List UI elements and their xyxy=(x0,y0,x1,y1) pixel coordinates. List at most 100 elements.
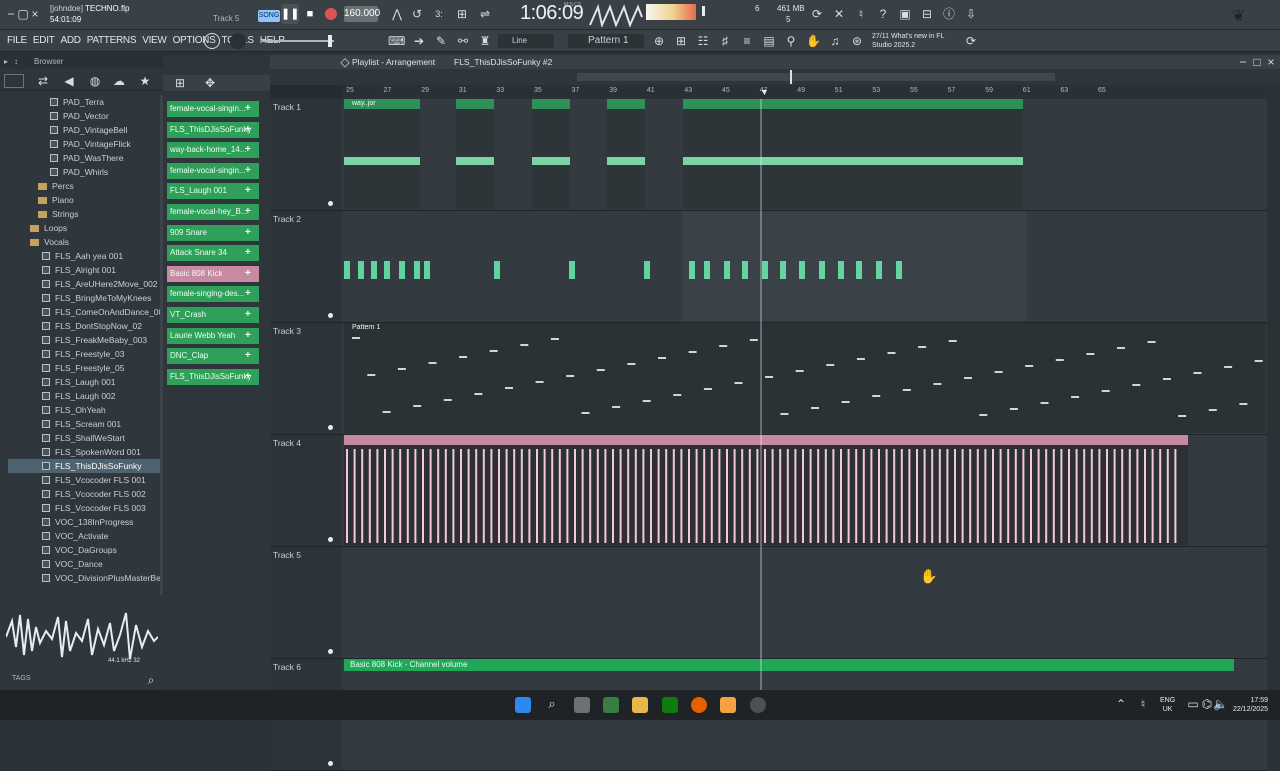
pattern-note[interactable] xyxy=(887,352,896,354)
kick-transient[interactable] xyxy=(908,449,911,543)
app-icon-1[interactable] xyxy=(603,697,619,713)
drum-hit[interactable] xyxy=(569,261,575,279)
browser-file-item[interactable]: FLS_BringMeToMyKnees xyxy=(0,291,160,305)
kick-transient[interactable] xyxy=(832,449,835,543)
browser-file-item[interactable]: FLS_Freestyle_03 xyxy=(0,347,160,361)
kick-transient[interactable] xyxy=(1151,449,1154,543)
pattern-selector[interactable]: Pattern 1 xyxy=(568,34,644,48)
pattern-note[interactable] xyxy=(765,376,774,378)
pattern-note[interactable] xyxy=(581,412,590,414)
arrow-right-icon[interactable]: ➔ xyxy=(412,34,426,48)
kick-transient[interactable] xyxy=(1174,449,1177,543)
browser-file-item[interactable]: FLS_OhYeah xyxy=(0,403,160,417)
clip-waveform[interactable] xyxy=(607,157,645,165)
menu-edit[interactable]: EDIT xyxy=(30,30,58,52)
pattern-note[interactable] xyxy=(1147,341,1156,343)
browser-back-icon[interactable]: ◀ xyxy=(62,74,76,88)
channel-button[interactable]: Attack Snare 34 + xyxy=(167,245,259,262)
kick-transient[interactable] xyxy=(376,449,379,543)
browser-folder-item[interactable]: Strings xyxy=(0,207,160,221)
pattern-note[interactable] xyxy=(413,405,422,407)
kick-transient[interactable] xyxy=(802,449,804,543)
pattern-note[interactable] xyxy=(1071,396,1080,398)
firefox-icon[interactable] xyxy=(691,697,707,713)
kick-transient[interactable] xyxy=(999,449,1002,543)
kick-transient[interactable] xyxy=(406,449,409,543)
track-header[interactable]: Track 4 xyxy=(270,435,342,547)
time-ruler[interactable]: 25 27 29 31 33 35 37 39 41 43 45 47 49 51 53 55 57 59 61 63… xyxy=(342,85,1267,99)
kick-transient[interactable] xyxy=(824,449,827,543)
track-mute-indicator[interactable] xyxy=(328,649,333,654)
add-to-playlist-icon[interactable]: + xyxy=(245,204,251,220)
pattern-note[interactable] xyxy=(902,389,911,391)
kick-transient[interactable] xyxy=(353,449,356,543)
help-icon[interactable]: ? xyxy=(876,7,890,21)
browser-file-item[interactable]: FLS_DontStopNow_02 xyxy=(0,319,160,333)
song-mode-toggle[interactable]: SONG xyxy=(258,10,280,22)
pattern-note[interactable] xyxy=(428,362,437,364)
kick-transient[interactable] xyxy=(1022,449,1025,543)
add-to-playlist-icon[interactable]: + xyxy=(245,163,251,179)
pattern-note[interactable] xyxy=(535,381,544,383)
channel-button[interactable]: female-vocal-singin... + xyxy=(167,162,259,179)
menu-add[interactable]: ADD xyxy=(58,30,84,52)
kick-transient[interactable] xyxy=(1106,449,1108,543)
kick-transient[interactable] xyxy=(931,449,934,543)
browser-file-item[interactable]: FLS_Laugh 001 xyxy=(0,375,160,389)
kick-transient[interactable] xyxy=(467,449,470,543)
channel-button[interactable]: FLS_ThisDJisSoFunky + xyxy=(167,368,259,385)
pattern-note[interactable] xyxy=(489,350,498,352)
microphone-tray-icon[interactable]: ♮ xyxy=(1136,697,1150,711)
drum-hit[interactable] xyxy=(644,261,650,279)
browser-all-icon[interactable]: ⇄ xyxy=(36,74,50,88)
add-to-playlist-icon[interactable]: + xyxy=(245,369,251,385)
snap-selector[interactable]: Line xyxy=(498,34,554,48)
kick-transient[interactable] xyxy=(513,449,516,543)
track-mute-indicator[interactable] xyxy=(328,201,333,206)
pattern-note[interactable] xyxy=(642,400,651,402)
speaker-icon[interactable]: ♫ xyxy=(828,34,842,48)
channel-button[interactable]: female-singing-des... + xyxy=(167,286,259,303)
kick-transient[interactable] xyxy=(460,449,462,543)
track-lane[interactable]: Pattern 1 xyxy=(342,323,1267,435)
language-indicator[interactable]: ENG UK xyxy=(1160,696,1175,714)
browser-file-item[interactable]: FLS_ComeOnAndDance_001 xyxy=(0,305,168,319)
pattern-note[interactable] xyxy=(1117,347,1125,349)
kick-transient[interactable] xyxy=(923,449,926,543)
stop-button[interactable]: ■ xyxy=(302,4,318,24)
kick-transient[interactable] xyxy=(634,449,637,543)
kick-transient[interactable] xyxy=(726,449,728,543)
pattern-note[interactable] xyxy=(566,375,575,377)
pattern-note[interactable] xyxy=(1254,360,1263,362)
clip-waveform[interactable] xyxy=(532,157,570,165)
kick-transient[interactable] xyxy=(627,449,630,543)
kick-transient[interactable] xyxy=(916,449,918,543)
kick-transient[interactable] xyxy=(1007,449,1010,543)
kick-transient[interactable] xyxy=(1098,449,1101,543)
kick-transient[interactable] xyxy=(893,449,896,543)
audio-clip[interactable] xyxy=(683,99,1023,209)
browser-file-item[interactable]: PAD_VintageBell xyxy=(0,123,160,137)
kick-transient[interactable] xyxy=(1045,449,1048,543)
clip-header[interactable] xyxy=(456,99,494,109)
track-lane[interactable]: way..jor xyxy=(342,99,1267,211)
drum-hit[interactable] xyxy=(494,261,500,279)
kick-transient[interactable] xyxy=(1030,449,1032,543)
volume-slider-handle[interactable] xyxy=(328,35,332,47)
kick-transient[interactable] xyxy=(870,449,873,543)
kick-transient[interactable] xyxy=(976,449,979,543)
store-icon[interactable]: ⊛ xyxy=(850,34,864,48)
kick-transient[interactable] xyxy=(748,449,751,543)
kick-transient[interactable] xyxy=(900,449,903,543)
piano-roll-icon[interactable]: ♯ xyxy=(718,34,732,48)
kick-transient[interactable] xyxy=(984,449,987,543)
chevron-up-icon[interactable]: ⌃ xyxy=(1114,697,1128,711)
add-to-playlist-icon[interactable]: + xyxy=(245,101,251,117)
kick-transient[interactable] xyxy=(566,449,569,543)
kick-transient[interactable] xyxy=(391,449,394,543)
add-to-playlist-icon[interactable]: + xyxy=(245,348,251,364)
wait-icon[interactable]: ↺ xyxy=(410,7,424,21)
kick-transient[interactable] xyxy=(710,449,713,543)
kick-transient[interactable] xyxy=(794,449,797,543)
microphone-icon[interactable]: ♮ xyxy=(854,7,868,21)
